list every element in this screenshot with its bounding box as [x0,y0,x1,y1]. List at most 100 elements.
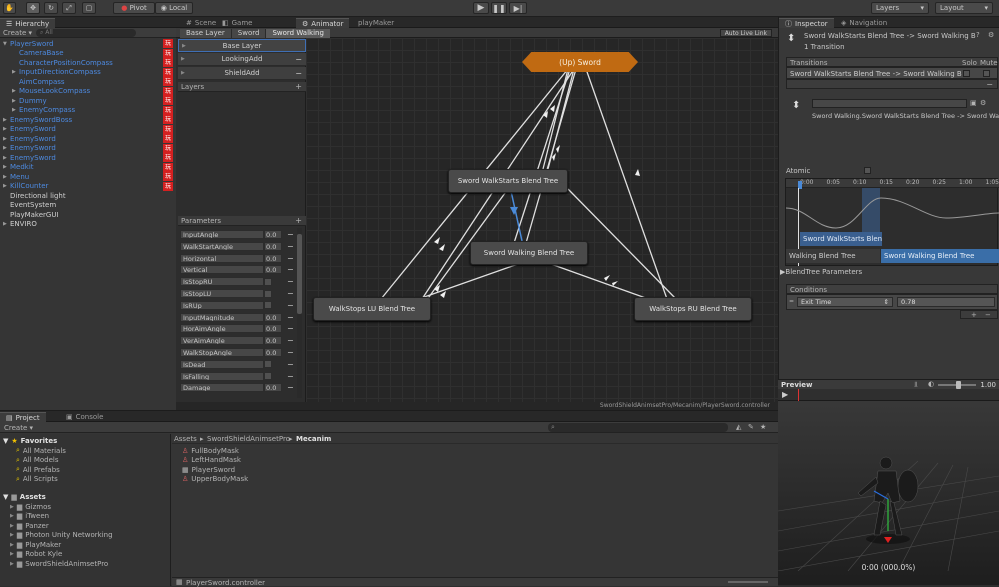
hierarchy-item[interactable]: ▶ Medkit [0,163,34,173]
layer-item[interactable]: ▶ Base Layer [178,39,306,52]
playmaker-fsm-icon[interactable]: 玩 [163,162,173,172]
chevron-right-icon[interactable]: ▶ [3,126,10,132]
chevron-right-icon[interactable]: ▶ [12,107,19,113]
breadcrumb-item[interactable]: Assets [174,435,197,443]
chevron-right-icon[interactable]: ▶ [3,117,10,123]
atomic-checkbox[interactable] [864,167,871,174]
favorite-item[interactable]: ⌕ All Models [16,456,59,466]
move-tool-button[interactable]: ✥ [26,2,40,14]
scrollbar-thumb[interactable] [297,234,302,314]
book-icon[interactable]: ▣ [970,99,977,107]
parameter-name[interactable]: IsStopLU [180,289,264,298]
chevron-right-icon[interactable]: ▶ [3,174,10,180]
parameter-row[interactable]: Vertical 0.0− [178,264,304,275]
chevron-down-icon[interactable]: ▼ [3,41,10,47]
playmaker-fsm-icon[interactable]: 玩 [163,58,173,68]
asset-folder[interactable]: ▶ ▆ Photon Unity Networking [10,531,113,541]
create-dropdown[interactable]: Create ▾ [3,29,32,37]
remove-layer-button[interactable]: − [295,69,302,78]
parameter-value-input[interactable]: 0.0 [264,383,282,393]
hierarchy-item[interactable]: ▶ EnemySwordBoss [0,115,72,125]
parameter-row[interactable]: Damage 0.0− [178,382,304,393]
parameter-name[interactable]: VerAimAngle [180,336,264,346]
parameter-row[interactable]: IsStopLU − [178,288,304,299]
playmaker-fsm-icon[interactable]: 玩 [163,86,173,96]
remove-transition-button[interactable]: − [986,80,993,89]
help-icon[interactable]: ? [976,31,980,39]
parameter-value-input[interactable]: 0.0 [264,265,282,275]
remove-parameter-button[interactable]: − [287,289,294,298]
layer-item[interactable]: ▶ LookingAdd − [178,53,306,66]
asset-folder[interactable]: ▶ ▆ iTween [10,512,49,522]
asset-folder[interactable]: ▶ ▆ SwordShieldAnimsetPro [10,559,108,569]
playmaker-fsm-icon[interactable]: 玩 [163,48,173,58]
hierarchy-item[interactable]: ▶ EnemySword [0,144,56,154]
asset-folder[interactable]: ▶ ▆ Robot Kyle [10,550,62,560]
parameter-value-input[interactable]: 0.0 [264,312,282,322]
tab-hierarchy[interactable]: ☰ Hierarchy [0,18,56,28]
state-node-up[interactable]: (Up) Sword [522,52,638,72]
playmaker-fsm-icon[interactable]: 玩 [163,134,173,144]
play-button[interactable]: ▶ [473,2,489,14]
chevron-right-icon[interactable]: ▶ [12,69,19,75]
parameter-bool-checkbox[interactable] [264,372,272,381]
parameter-value-input[interactable]: 0.0 [264,324,282,334]
remove-parameter-button[interactable]: − [287,348,294,357]
parameter-name[interactable]: WalkStopAngle [180,348,264,357]
condition-parameter-dropdown[interactable]: Exit Time ⇕ [797,297,893,307]
chevron-right-icon[interactable]: ▶ [12,88,19,94]
asset-folder[interactable]: ▶ ▆ Gizmos [10,502,51,512]
remove-layer-button[interactable]: − [295,55,302,64]
star-icon[interactable]: ★ [760,423,766,431]
remove-parameter-button[interactable]: − [287,313,294,322]
favorite-item[interactable]: ⌕ All Scripts [16,475,58,485]
parameter-value-input[interactable]: 0.0 [264,348,282,357]
pivot-toggle[interactable]: ● Pivot [113,2,155,14]
local-toggle[interactable]: ◉ Local [155,2,193,14]
tab-project[interactable]: ▤ Project [0,412,46,422]
transition-timeline[interactable]: 0:00 0:05 0:10 0:15 0:20 0:25 1:00 1:05 Sword W… [785,178,999,266]
remove-parameter-button[interactable]: − [287,383,294,392]
chevron-right-icon[interactable]: ▶ [3,145,10,151]
preview-timeline[interactable]: ▶ [778,389,999,401]
remove-parameter-button[interactable]: − [287,277,294,286]
remove-parameter-button[interactable]: − [287,301,294,310]
add-layer-button[interactable]: + [295,82,302,91]
playmaker-fsm-icon[interactable]: 玩 [163,67,173,77]
parameter-name[interactable]: InputAngle [180,230,264,239]
hierarchy-item[interactable]: ▶ KillCounter [0,182,48,192]
hierarchy-item[interactable]: CameraBase [0,49,64,59]
tab-console[interactable]: ▣ Console [60,412,109,422]
chevron-right-icon[interactable]: ▶ [3,164,10,170]
gear-icon[interactable]: ⚙ [980,99,986,107]
chevron-right-icon[interactable]: ▶ [10,504,14,510]
blendtree-parameters-foldout[interactable]: ▶BlendTree Parameters [780,268,862,276]
parameter-name[interactable]: HorAimAngle [180,324,264,334]
chevron-right-icon[interactable]: ▶ [10,551,14,557]
favorite-item[interactable]: ⌕ All Prefabs [16,465,60,475]
add-condition-button[interactable]: + [971,311,977,319]
playmaker-fsm-icon[interactable]: 玩 [163,39,173,49]
drag-handle-icon[interactable]: = [789,298,794,305]
transition-name-field[interactable] [812,99,967,108]
condition-value-input[interactable]: 0.78 [897,297,995,307]
hierarchy-item[interactable]: Directional light [0,191,66,201]
chevron-right-icon[interactable]: ▶ [10,542,14,548]
chevron-right-icon[interactable]: ▶ [10,561,14,567]
layers-dropdown[interactable]: Layers ▾ [871,2,929,14]
parameter-bool-checkbox[interactable] [264,277,272,286]
parameter-value-input[interactable]: 0.0 [264,336,282,346]
hierarchy-item[interactable]: ▶ ENVIRO [0,220,37,230]
hierarchy-item[interactable]: AimCompass [0,77,65,87]
hierarchy-item[interactable]: PlayMakerGUI [0,210,59,220]
favorites-header[interactable]: ▼ ★ Favorites [3,436,57,446]
layout-dropdown[interactable]: Layout ▾ [935,2,993,14]
filter-type-icon[interactable]: ◭ [736,423,741,431]
parameter-name[interactable]: Vertical [180,265,264,275]
parameter-row[interactable]: HorAimAngle 0.0− [178,323,304,334]
hierarchy-item[interactable]: ▶ InputDirectionCompass [0,68,101,78]
tab-inspector[interactable]: ⓘ Inspector [779,18,834,28]
remove-parameter-button[interactable]: − [287,360,294,369]
favorite-item[interactable]: ⌕ All Materials [16,446,66,456]
parameter-name[interactable]: WalkStartAngle [180,241,264,251]
